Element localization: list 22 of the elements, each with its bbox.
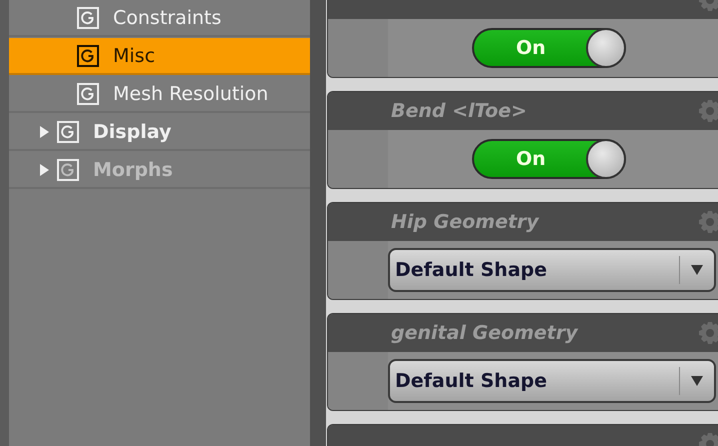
- caret-down-icon: [691, 265, 703, 275]
- property-label: Bend <lToe>: [391, 100, 527, 122]
- gear-icon[interactable]: [698, 321, 718, 345]
- gear-icon[interactable]: [698, 99, 718, 123]
- gear-icon[interactable]: [698, 210, 718, 234]
- toggle-switch[interactable]: On: [472, 28, 626, 68]
- tree-item[interactable]: Misc: [9, 38, 310, 75]
- dropdown[interactable]: Default Shape: [388, 359, 716, 403]
- caret-right-icon[interactable]: [39, 126, 49, 138]
- tree-item[interactable]: Mesh Resolution: [9, 76, 310, 113]
- property-label: Hip Geometry: [391, 211, 539, 233]
- group-icon: [57, 158, 79, 180]
- group-icon: [77, 44, 99, 66]
- toggle-switch[interactable]: On: [472, 139, 626, 179]
- group-icon: [77, 82, 99, 104]
- group-icon: [77, 6, 99, 28]
- dropdown[interactable]: Default Shape: [388, 248, 716, 292]
- tree-item[interactable]: Display: [9, 114, 310, 151]
- group-icon: [57, 120, 79, 142]
- caret-down-icon: [691, 376, 703, 386]
- splitter[interactable]: [310, 0, 326, 446]
- property-label: genital Geometry: [391, 322, 578, 344]
